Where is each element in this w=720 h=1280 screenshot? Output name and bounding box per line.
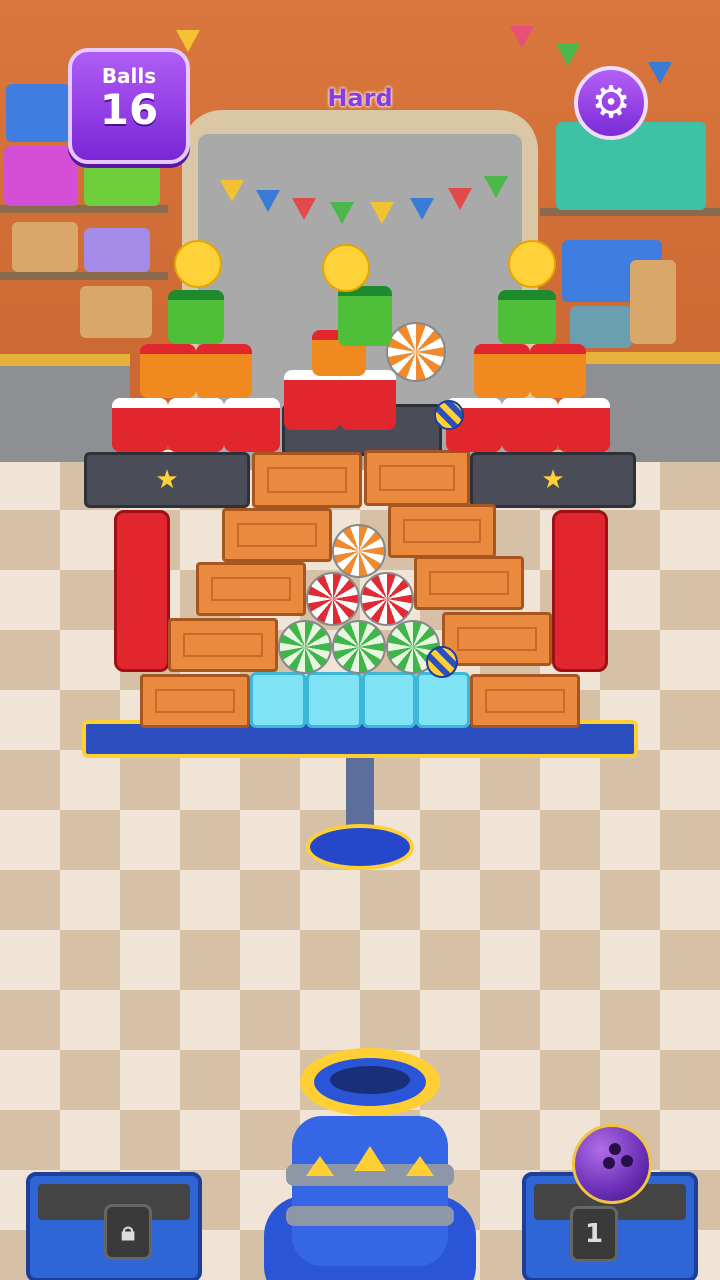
ice-block[interactable] <box>306 672 362 728</box>
bunting-flag <box>292 198 316 220</box>
red-candy[interactable] <box>360 572 414 626</box>
gear-icon: ⚙ <box>591 77 631 128</box>
green-candy[interactable] <box>278 620 332 674</box>
bunting-flag <box>330 202 354 224</box>
bunting-flag <box>256 190 280 212</box>
wooden-crate[interactable] <box>222 508 332 562</box>
bowling-ball-icon <box>572 1124 652 1204</box>
green-jar[interactable] <box>168 290 224 344</box>
green-candy[interactable] <box>332 620 386 674</box>
orange-jar[interactable] <box>140 344 196 398</box>
wooden-crate[interactable] <box>252 452 362 508</box>
stone-plank-left[interactable]: ★ <box>84 452 250 508</box>
cardboard-box <box>630 260 676 344</box>
platform-stand <box>346 758 374 828</box>
orange-jar[interactable] <box>196 344 252 398</box>
cardboard-box <box>80 286 152 338</box>
wooden-crate[interactable] <box>442 612 552 666</box>
tall-jar-right[interactable] <box>552 510 608 672</box>
red-jar[interactable] <box>224 398 280 452</box>
next-ball-count: 1 <box>570 1206 618 1262</box>
stone-plank-right[interactable]: ★ <box>470 452 636 508</box>
ice-block[interactable] <box>250 672 306 728</box>
fired-ball <box>426 646 458 678</box>
ball-cannon[interactable] <box>258 1046 482 1280</box>
toy-radio <box>570 306 632 348</box>
bunting-flag <box>220 180 244 202</box>
orange-jar[interactable] <box>474 344 530 398</box>
orange-jar[interactable] <box>530 344 586 398</box>
ice-block[interactable] <box>416 672 470 728</box>
bunting-flag <box>448 188 472 210</box>
red-jar[interactable] <box>558 398 610 452</box>
bunting-flag <box>510 26 534 48</box>
red-jar[interactable] <box>340 370 396 430</box>
bunting-flag <box>556 44 580 66</box>
difficulty-label: Hard <box>327 84 393 112</box>
toy-block-pink <box>4 146 78 206</box>
bunting-flag <box>484 176 508 198</box>
green-jar[interactable] <box>338 286 392 346</box>
wooden-crate[interactable] <box>470 674 580 728</box>
toy-camera <box>84 228 150 272</box>
balls-count: 16 <box>99 85 159 134</box>
orange-candy[interactable] <box>386 322 446 382</box>
bunting-flag <box>370 202 394 224</box>
cabinet-left <box>0 354 130 462</box>
green-jar[interactable] <box>498 290 556 344</box>
toy-block-blue <box>6 84 70 142</box>
wooden-crate[interactable] <box>364 450 470 506</box>
tall-jar-left[interactable] <box>114 510 170 672</box>
red-jar[interactable] <box>284 370 340 430</box>
fired-ball <box>434 400 464 430</box>
rubber-duck[interactable] <box>322 244 370 292</box>
wooden-crate[interactable] <box>414 556 524 610</box>
shelf <box>0 272 168 280</box>
bunting-flag <box>648 62 672 84</box>
rubber-duck[interactable] <box>174 240 222 288</box>
platform-base <box>306 824 414 870</box>
red-jar[interactable] <box>112 398 168 452</box>
shelf <box>0 205 168 213</box>
orange-candy[interactable] <box>332 524 386 578</box>
settings-button[interactable]: ⚙ <box>574 66 648 140</box>
wooden-crate[interactable] <box>196 562 306 616</box>
red-jar[interactable] <box>502 398 558 452</box>
wooden-crate[interactable] <box>168 618 278 672</box>
cardboard-box <box>12 222 78 272</box>
bunting-flag <box>176 30 200 52</box>
rubber-duck[interactable] <box>508 240 556 288</box>
game-scene[interactable]: ★ ★ 🔒︎ 1 Balls 16 Hard ⚙ <box>0 0 720 1280</box>
red-jar[interactable] <box>168 398 224 452</box>
lock-icon: 🔒︎ <box>104 1204 152 1260</box>
bunting-flag <box>410 198 434 220</box>
red-candy[interactable] <box>306 572 360 626</box>
ice-block[interactable] <box>362 672 416 728</box>
toy-castle <box>556 122 706 210</box>
wooden-crate[interactable] <box>388 504 496 558</box>
balls-counter: Balls 16 <box>68 48 190 164</box>
wooden-crate[interactable] <box>140 674 250 728</box>
